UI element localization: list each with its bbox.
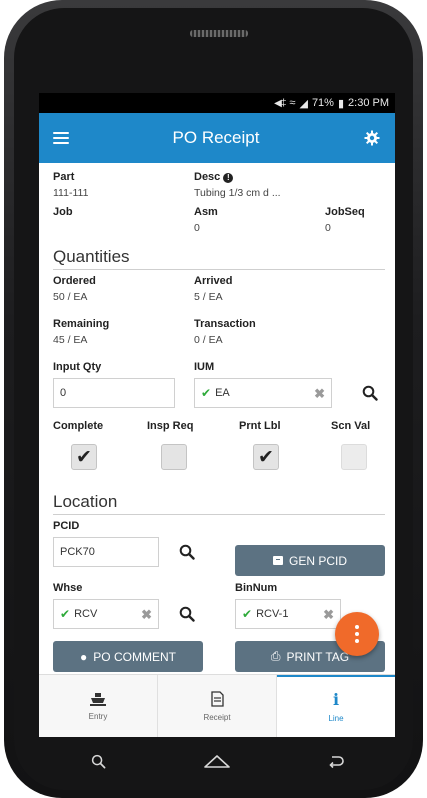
ship-icon [90,692,106,706]
quantities-divider [53,269,385,270]
insp-req-checkbox[interactable] [161,444,187,470]
back-nav-button[interactable] [321,749,351,773]
whse-field[interactable]: ✔ RCV ✖ [53,599,159,629]
whse-value: RCV [74,608,98,620]
tab-entry[interactable]: Entry [39,675,158,737]
search-icon [91,754,106,768]
input-qty-field[interactable]: 0 [53,378,175,408]
gen-pcid-button[interactable]: GEN PCID [235,545,385,576]
valid-check-icon: ✔ [201,386,212,400]
tab-receipt[interactable]: Receipt [158,675,277,737]
comment-icon: ● [80,649,88,664]
prnt-lbl-checkbox[interactable]: ✔ [253,444,279,470]
pcid-value: PCK70 [60,546,95,558]
battery-icon: ▮ [337,97,345,110]
speaker-grille [190,30,248,37]
clear-binnum-icon[interactable]: ✖ [323,607,334,623]
insp-req-label: Insp Req [147,420,194,432]
clear-ium-icon[interactable]: ✖ [314,386,325,402]
gear-icon[interactable] [363,129,381,147]
jobseq-label: JobSeq [325,206,365,218]
desc-label: Desc ! [194,171,234,183]
screen: ◀‡ ≈ ◢ 71% ▮ 2:30 PM PO Receipt Part 111… [39,93,395,737]
gen-pcid-label: GEN PCID [288,553,347,568]
binnum-label: BinNum [235,582,278,594]
ordered-value: 50 / EA [53,291,88,303]
clear-whse-icon[interactable]: ✖ [141,607,152,623]
remaining-label: Remaining [53,318,110,330]
job-label: Job [53,206,73,218]
printer-box-icon [272,556,283,565]
more-actions-fab[interactable] [335,612,379,656]
print-icon: ⎙ [270,649,281,663]
binnum-value: RCV-1 [256,608,289,620]
bottom-tab-bar: Entry Receipt i Line [39,674,395,737]
asm-label: Asm [194,206,218,218]
input-qty-value: 0 [60,387,67,399]
transaction-label: Transaction [194,318,256,330]
po-comment-label: PO COMMENT [93,649,176,664]
remaining-value: 45 / EA [53,334,88,346]
search-pcid-icon[interactable] [179,544,195,560]
pcid-label: PCID [53,520,80,532]
document-icon [210,690,224,707]
ium-value: EA [215,387,230,399]
scn-val-checkbox[interactable] [341,444,367,470]
info-icon: i [332,689,340,709]
input-qty-label: Input Qty [53,361,102,373]
valid-check-icon: ✔ [242,607,253,621]
arrived-value: 5 / EA [194,291,223,303]
complete-label: Complete [53,420,104,432]
page-title: PO Receipt [172,128,260,147]
hamburger-icon[interactable] [53,132,69,144]
arrived-label: Arrived [194,275,233,287]
tab-line-label: Line [328,713,344,723]
battery-percent: 71% [311,97,334,109]
ium-label: IUM [194,361,215,373]
clock: 2:30 PM [348,97,389,109]
app-bar: PO Receipt [39,113,395,163]
home-nav-button[interactable] [202,749,232,773]
prnt-lbl-label: Prnt Lbl [239,420,281,432]
search-ium-icon[interactable] [362,385,378,401]
info-icon[interactable]: ! [223,173,234,183]
scn-val-label: Scn Val [331,420,371,432]
po-comment-button[interactable]: ● PO COMMENT [53,641,203,672]
desc-value: Tubing 1/3 cm d ... [194,187,281,199]
asm-value: 0 [194,222,200,234]
back-icon [329,755,344,768]
search-whse-icon[interactable] [179,606,195,622]
cell-icon: ◢ [299,97,308,110]
transaction-value: 0 / EA [194,334,223,346]
tab-entry-label: Entry [88,711,108,721]
part-label: Part [53,171,75,183]
complete-checkbox[interactable]: ✔ [71,444,97,470]
whse-label: Whse [53,582,83,594]
tab-receipt-label: Receipt [203,712,231,722]
valid-check-icon: ✔ [60,607,71,621]
android-nav-bar [39,737,395,785]
search-nav-button[interactable] [83,749,113,773]
ordered-label: Ordered [53,275,96,287]
part-value: 111-111 [53,187,89,199]
quantities-heading: Quantities [53,247,130,266]
wifi-icon: ≈ [289,97,296,109]
binnum-field[interactable]: ✔ RCV-1 ✖ [235,599,341,629]
print-tag-label: PRINT TAG [286,649,350,664]
home-icon [204,755,230,768]
ium-field[interactable]: ✔ EA ✖ [194,378,332,408]
location-divider [53,514,385,515]
pcid-field[interactable]: PCK70 [53,537,159,567]
status-bar: ◀‡ ≈ ◢ 71% ▮ 2:30 PM [39,93,395,113]
tab-line[interactable]: i Line [277,675,395,737]
jobseq-value: 0 [325,222,331,234]
signal-icon: ◀‡ [274,97,286,109]
location-heading: Location [53,492,118,511]
